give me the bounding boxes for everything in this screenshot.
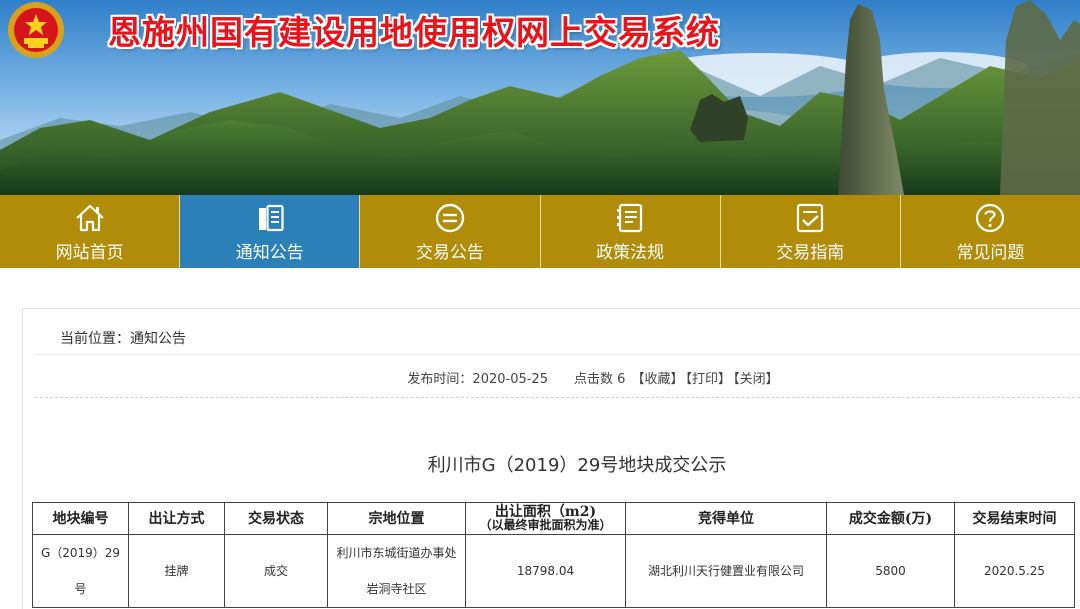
cell-transfer-method: 挂牌 <box>128 534 225 608</box>
nav-label-trade-announcements: 交易公告 <box>415 242 484 263</box>
nav-item-trade-guide[interactable]: 交易指南 <box>721 195 901 268</box>
header-end-time: 交易结束时间 <box>954 502 1075 535</box>
article-title: 利川市G（2019）29号地块成交公示 <box>427 455 727 476</box>
nav-item-home[interactable]: 网站首页 <box>0 195 181 268</box>
favorite-link[interactable]: 【收藏】 <box>632 372 684 387</box>
header-area-note: （以最终审批面积为准） <box>479 518 612 532</box>
close-link[interactable]: 【关闭】 <box>733 372 779 387</box>
nav-item-trade-announcements[interactable]: 交易公告 <box>360 195 541 268</box>
publish-time: 发布时间：2020-05-25 <box>407 372 548 387</box>
home-icon <box>75 204 104 231</box>
question-icon <box>976 203 1005 232</box>
cell-winning-bidder: 湖北利川天行健置业有限公司 <box>625 534 827 608</box>
nav-label-trade-guide: 交易指南 <box>776 242 845 263</box>
meta-divider <box>35 397 1080 398</box>
table-row: G（2019）29号 挂牌 成交 利川市东城街道办事处岩洞寺社区 18798.0… <box>32 534 1075 608</box>
table-header-row: 地块编号 出让方式 交易状态 宗地位置 出让面积（m2) （以最终审批面积为准）… <box>32 502 1075 535</box>
header-trade-status: 交易状态 <box>224 502 328 535</box>
nav-item-faq[interactable]: 常见问题 <box>901 195 1080 268</box>
header-banner: 恩施州国有建设用地使用权网上交易系统 <box>0 0 1080 195</box>
nav-label-policies: 政策法规 <box>596 242 665 263</box>
site-title: 恩施州国有建设用地使用权网上交易系统 <box>108 13 720 52</box>
article-meta: 发布时间：2020-05-25 点击数 6 【收藏】 【打印】 【关闭】 <box>23 368 1080 387</box>
header-amount: 成交金额(万) <box>826 502 955 535</box>
cell-trade-status: 成交 <box>224 534 328 608</box>
header-parcel-id: 地块编号 <box>32 502 129 535</box>
notice-book-icon <box>258 204 284 231</box>
nav-label-faq: 常见问题 <box>956 242 1025 263</box>
click-count: 点击数 6 <box>573 372 626 387</box>
cell-location: 利川市东城街道办事处岩洞寺社区 <box>327 534 466 608</box>
guide-check-icon <box>797 203 824 232</box>
header-area: 出让面积（m2) （以最终审批面积为准） <box>465 502 626 535</box>
cell-area: 18798.04 <box>465 534 626 608</box>
breadcrumb: 当前位置：通知公告 <box>60 331 186 347</box>
print-link[interactable]: 【打印】 <box>686 372 732 387</box>
breadcrumb-divider <box>35 354 1080 355</box>
header-winning-bidder: 竞得单位 <box>625 502 827 535</box>
cell-amount: 5800 <box>826 534 955 608</box>
cell-end-time: 2020.5.25 <box>954 534 1075 608</box>
policy-book-icon <box>617 203 643 232</box>
header-location: 宗地位置 <box>327 502 466 535</box>
nav-item-notices[interactable]: 通知公告 <box>180 195 361 268</box>
header-transfer-method: 出让方式 <box>128 502 225 535</box>
national-emblem-icon <box>8 2 64 58</box>
nav-label-home: 网站首页 <box>55 242 124 263</box>
transaction-table: 地块编号 出让方式 交易状态 宗地位置 出让面积（m2) （以最终审批面积为准）… <box>32 502 1075 608</box>
nav-item-policies[interactable]: 政策法规 <box>541 195 721 268</box>
cell-parcel-id: G（2019）29号 <box>32 534 129 608</box>
trade-circle-icon <box>435 203 465 232</box>
nav-label-notices: 通知公告 <box>235 242 304 263</box>
main-nav: 网站首页 通知公告 交易公告 政策法规 交易指南 常见问题 <box>0 195 1080 268</box>
